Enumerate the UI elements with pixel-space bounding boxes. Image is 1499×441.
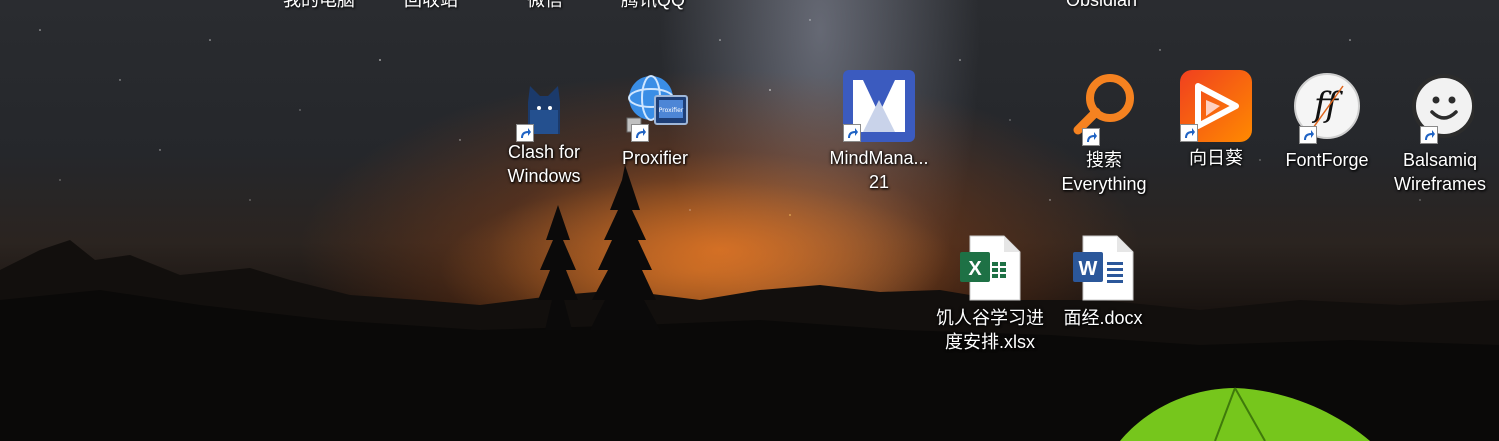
desktop-label-recycle-bin[interactable]: 回收站 [404,0,458,12]
excel-file-icon: X [958,234,1022,302]
icon-label: MindMana... 21 [829,148,929,192]
smiley-icon [1406,72,1474,144]
icon-label: FontForge [1285,150,1369,170]
globe-monitor-icon: Proxifier [619,72,691,142]
shortcut-arrow-icon [631,124,649,142]
excel-glyph: X [968,258,982,280]
mindmanager-icon [843,70,915,142]
desktop[interactable]: 我的电脑 回收站 微信 腾讯QQ Obsidian Clash for Wind… [0,0,1499,441]
shortcut-arrow-icon [1299,126,1317,144]
desktop-file-docx[interactable]: W 面经.docx [1053,234,1153,364]
icon-label: 面经.docx [1063,308,1143,328]
icon-label: Balsamiq Wireframes [1393,150,1486,194]
shortcut-arrow-icon [516,124,534,142]
word-file-icon: W [1071,234,1135,302]
desktop-file-xlsx[interactable]: X 饥人谷学习进 度安排.xlsx [936,234,1044,364]
shortcut-arrow-icon [843,124,861,142]
magnifier-icon [1068,72,1140,146]
desktop-icon-clash[interactable]: Clash for Windows [494,72,594,202]
desktop-icon-proxifier[interactable]: Proxifier Proxifier [605,72,705,202]
desktop-icon-mindmanager[interactable]: MindMana... 21 [829,70,929,200]
word-glyph: W [1079,258,1098,280]
shortcut-arrow-icon [1420,126,1438,144]
desktop-label-my-computer[interactable]: 我的电脑 [283,0,355,12]
desktop-icon-everything[interactable]: 搜索 Everything [1054,72,1154,202]
icon-label: Proxifier [621,148,688,168]
proxifier-badge-text: Proxifier [659,107,684,114]
sunflower-icon [1180,70,1252,142]
wallpaper-stars [0,19,1499,441]
desktop-label-obsidian[interactable]: Obsidian [1066,0,1137,12]
desktop-label-wechat[interactable]: 微信 [527,0,563,12]
icon-label: 搜索 Everything [1061,150,1147,194]
shortcut-arrow-icon [1082,128,1100,146]
desktop-icon-fontforge[interactable]: ff FontForge [1277,72,1377,202]
desktop-icon-sunflower[interactable]: 向日葵 [1166,70,1266,200]
fontforge-icon: ff [1293,72,1361,144]
desktop-label-qq[interactable]: 腾讯QQ [621,0,685,12]
shortcut-arrow-icon [1180,124,1198,142]
icon-label: 饥人谷学习进 度安排.xlsx [936,308,1044,352]
cat-icon [516,80,572,142]
desktop-icon-balsamiq[interactable]: Balsamiq Wireframes [1390,72,1490,202]
